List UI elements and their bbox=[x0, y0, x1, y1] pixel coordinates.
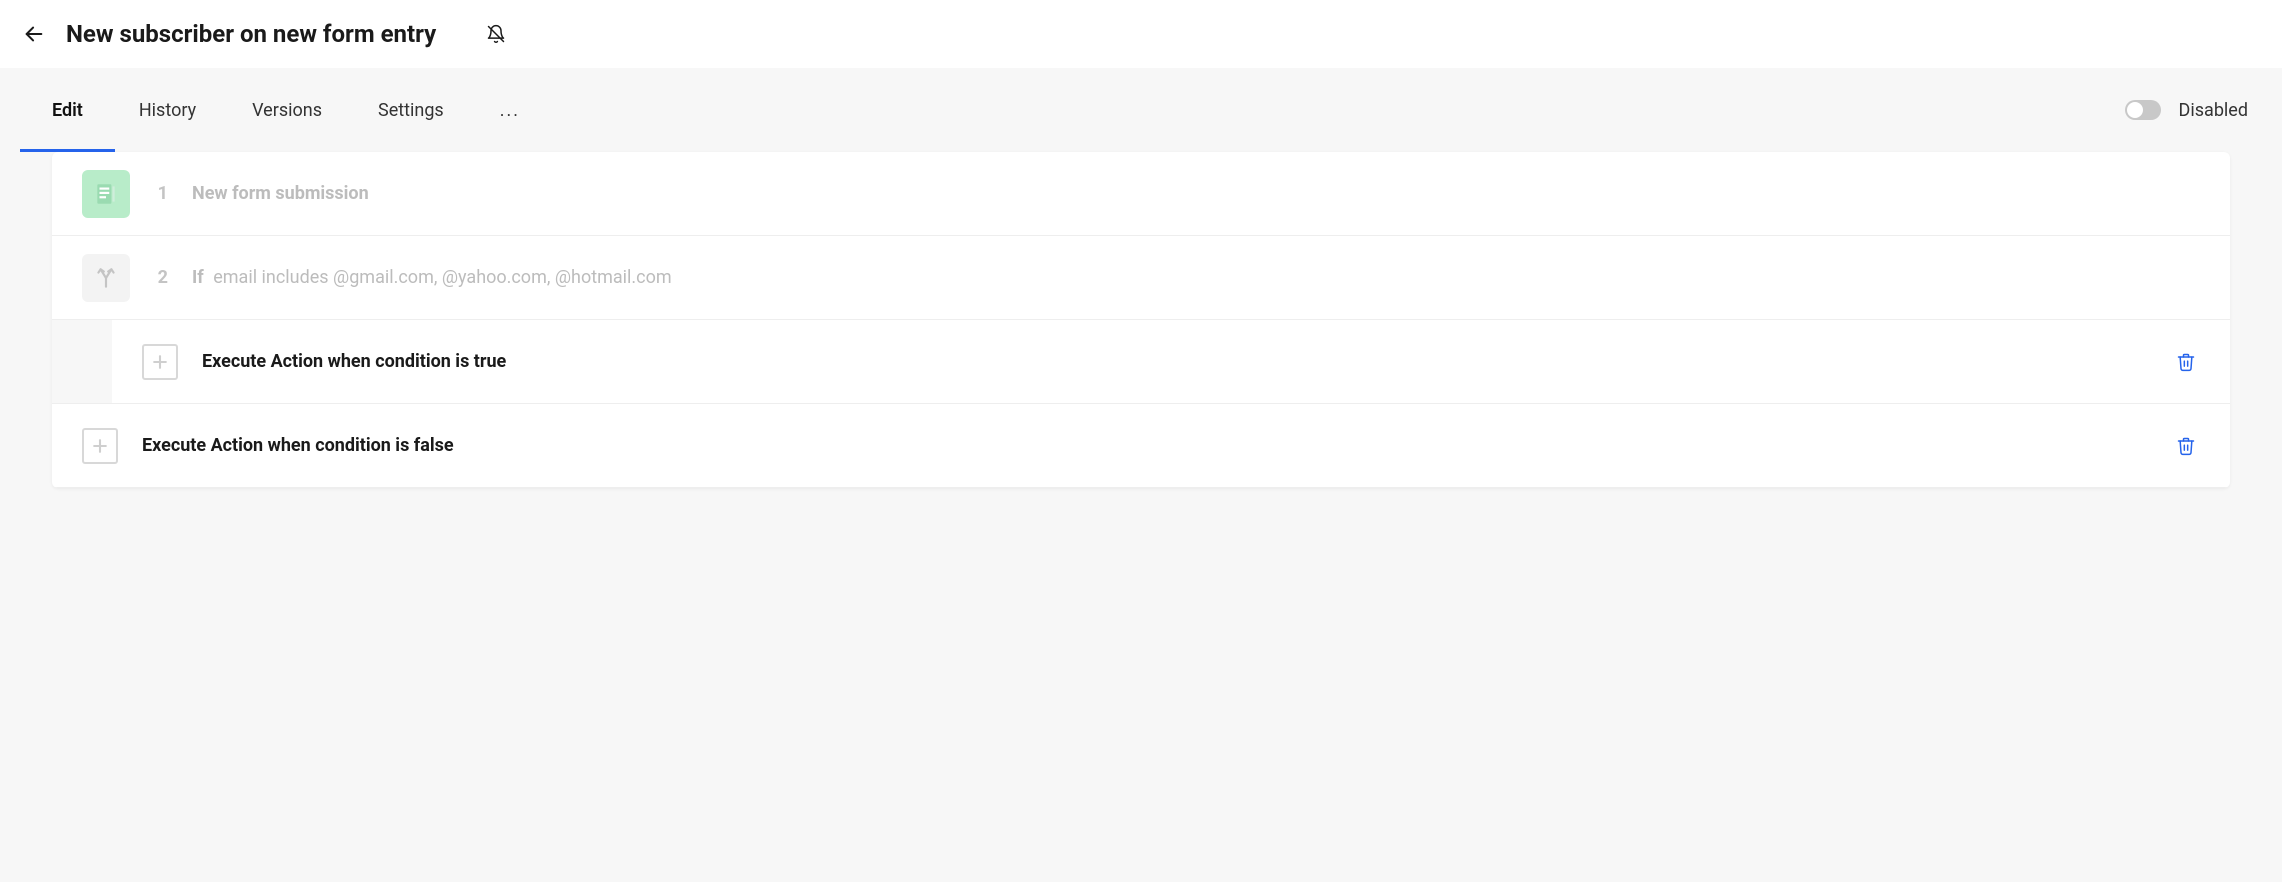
tab-settings[interactable]: Settings bbox=[378, 68, 444, 152]
add-action-true-button[interactable] bbox=[142, 344, 178, 380]
header-bar: New subscriber on new form entry bbox=[0, 0, 2282, 68]
plus-icon bbox=[150, 352, 170, 372]
trash-icon bbox=[2176, 436, 2196, 456]
delete-false-branch-button[interactable] bbox=[2172, 432, 2200, 460]
tab-history[interactable]: History bbox=[139, 68, 196, 152]
step-row-2[interactable]: 2 If email includes @gmail.com, @yahoo.c… bbox=[52, 236, 2230, 320]
content-area: Edit History Versions Settings ... Disab… bbox=[0, 68, 2282, 882]
delete-true-branch-button[interactable] bbox=[2172, 348, 2200, 376]
form-app-icon bbox=[82, 170, 130, 218]
if-label: If bbox=[192, 267, 204, 288]
plus-icon bbox=[90, 436, 110, 456]
condition-text-wrap: If email includes @gmail.com, @yahoo.com… bbox=[192, 267, 672, 288]
branch-true-label: Execute Action when condition is true bbox=[202, 351, 506, 372]
arrow-left-icon bbox=[23, 23, 45, 45]
toggle-label: Disabled bbox=[2179, 100, 2248, 121]
branch-icon-box bbox=[82, 254, 130, 302]
tab-versions[interactable]: Versions bbox=[252, 68, 322, 152]
trash-icon bbox=[2176, 352, 2196, 372]
workflow-card: 1 New form submission 2 If email include… bbox=[52, 152, 2230, 488]
enable-toggle[interactable] bbox=[2125, 100, 2161, 120]
tab-edit[interactable]: Edit bbox=[52, 68, 83, 152]
step-number: 1 bbox=[154, 183, 168, 204]
enable-toggle-wrap: Disabled bbox=[2125, 100, 2248, 121]
add-action-false-button[interactable] bbox=[82, 428, 118, 464]
mute-notifications-button[interactable] bbox=[482, 20, 510, 48]
tabs-row: Edit History Versions Settings ... Disab… bbox=[0, 68, 2282, 152]
bell-off-icon bbox=[486, 24, 506, 44]
tabs: Edit History Versions Settings ... bbox=[52, 68, 520, 152]
branch-icon bbox=[93, 265, 119, 291]
branch-false-label: Execute Action when condition is false bbox=[142, 435, 454, 456]
step-label: New form submission bbox=[192, 183, 369, 204]
branch-false-row: Execute Action when condition is false bbox=[52, 404, 2230, 488]
page-title: New subscriber on new form entry bbox=[66, 20, 436, 48]
branch-true-row: Execute Action when condition is true bbox=[52, 320, 2230, 404]
step-row-1[interactable]: 1 New form submission bbox=[52, 152, 2230, 236]
condition-text: email includes @gmail.com, @yahoo.com, @… bbox=[213, 267, 671, 288]
tab-more[interactable]: ... bbox=[500, 100, 520, 121]
step-number: 2 bbox=[154, 267, 168, 288]
back-button[interactable] bbox=[20, 20, 48, 48]
toggle-knob bbox=[2127, 102, 2143, 118]
